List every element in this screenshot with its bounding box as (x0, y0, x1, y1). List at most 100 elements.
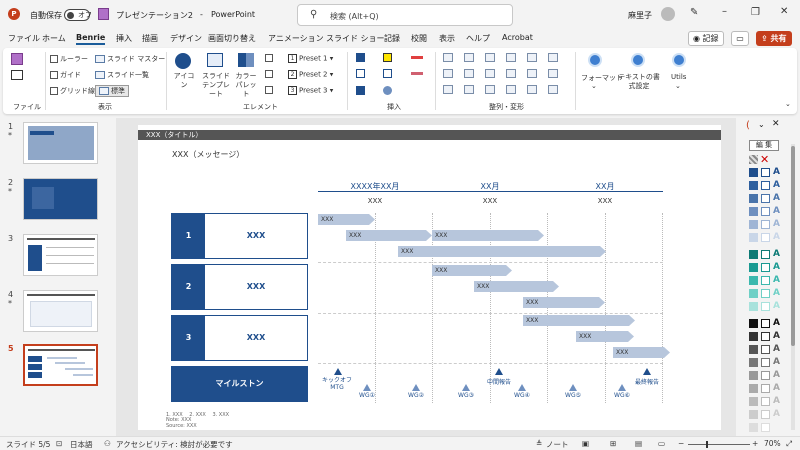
flip-icon[interactable] (548, 85, 558, 94)
utils-icon[interactable] (672, 53, 686, 67)
swatch-fill[interactable] (749, 319, 758, 328)
tab-slideshow[interactable]: スライド ショー (326, 33, 385, 44)
slide-sorter-icon[interactable]: ⊞ (610, 439, 616, 448)
panel-scrollbar-thumb[interactable] (791, 146, 795, 346)
swatch-text-icon[interactable]: A (773, 276, 780, 285)
swatch-line[interactable] (761, 207, 770, 216)
tab-transitions[interactable]: 画面切り替え (208, 33, 256, 44)
slide-thumbnail-3[interactable] (23, 234, 98, 276)
insert-box-icon[interactable] (383, 69, 392, 78)
slideshow-icon[interactable]: ▭ (658, 439, 665, 448)
swatch-fill[interactable] (749, 423, 758, 432)
align-center-icon[interactable] (464, 53, 474, 62)
swatch-fill[interactable] (749, 263, 758, 272)
milestone-wg5[interactable]: WG⑤ (559, 392, 587, 399)
insert-circle-icon[interactable] (383, 86, 392, 95)
insert-line-red-icon[interactable] (411, 56, 423, 59)
swatch-fill[interactable] (749, 276, 758, 285)
restore-icon[interactable]: ❐ (751, 7, 760, 18)
panel-menu-icon[interactable]: ⌄ (758, 120, 765, 129)
tab-record[interactable]: 記録 (384, 33, 400, 44)
language-status[interactable]: 日本語 (70, 439, 93, 450)
swatch-line[interactable] (761, 397, 770, 406)
swatch-line[interactable] (761, 345, 770, 354)
preset-3-button[interactable]: 3 Preset 3 ▾ (288, 86, 333, 95)
milestone-row-label[interactable]: マイルストン (171, 366, 308, 402)
panel-close-icon[interactable]: ✕ (772, 119, 780, 129)
swatch-fill[interactable] (749, 384, 758, 393)
swatch-line[interactable] (761, 220, 770, 229)
slide-thumbnail-1[interactable] (23, 122, 98, 164)
tab-animations[interactable]: アニメーション (268, 33, 324, 44)
share-button[interactable]: ⇪ 共有 (756, 31, 792, 46)
swatch-text-icon[interactable]: A (773, 302, 780, 311)
insert-highlight-icon[interactable] (383, 53, 392, 62)
stack-icon[interactable] (464, 85, 474, 94)
swatch-line[interactable] (761, 358, 770, 367)
zoom-slider[interactable] (688, 441, 750, 448)
swatch-fill[interactable] (749, 371, 758, 380)
swatch-text-icon[interactable]: A (773, 233, 780, 242)
minimize-icon[interactable]: – (722, 6, 727, 17)
notes-icon[interactable]: ≜ (536, 439, 542, 448)
record-button[interactable]: ◉ 記録 (688, 31, 724, 46)
match-height-icon[interactable] (506, 69, 516, 78)
insert-square-icon[interactable] (356, 53, 365, 62)
task-row-1[interactable]: 1 XXX (171, 213, 308, 259)
swatch-fill[interactable] (749, 233, 758, 242)
swatch-line[interactable] (761, 250, 770, 259)
milestone-midterm[interactable]: 中間報告 (480, 377, 518, 386)
swatch-line[interactable] (761, 263, 770, 272)
gantt-bar[interactable]: XXX (613, 347, 670, 358)
swatch-text-icon[interactable]: A (773, 332, 780, 341)
milestone-kickoff[interactable]: キックオフMTG (322, 377, 352, 391)
swap-icon[interactable] (548, 69, 558, 78)
swatch-fill[interactable] (749, 358, 758, 367)
zoom-level[interactable]: 70% (764, 439, 781, 448)
tab-help[interactable]: ヘルプ (466, 33, 490, 44)
tab-insert[interactable]: 挿入 (116, 33, 132, 44)
gantt-bar[interactable]: XXX (346, 230, 432, 241)
utils-label[interactable]: Utils (671, 73, 686, 81)
swatch-fill[interactable] (749, 289, 758, 298)
rotate-icon[interactable] (527, 85, 537, 94)
swatch-fill[interactable] (749, 207, 758, 216)
zoom-out-button[interactable]: − (678, 439, 684, 448)
preset-2-button[interactable]: 2 Preset 2 ▾ (288, 70, 333, 79)
swatch-text-icon[interactable]: A (773, 168, 780, 177)
slide-thumbnail-5[interactable] (23, 344, 98, 386)
swatch-fill[interactable] (749, 302, 758, 311)
milestone-wg3[interactable]: WG③ (452, 392, 480, 399)
swatch-text-icon[interactable]: A (773, 194, 780, 203)
task-row-2[interactable]: 2 XXX (171, 264, 308, 310)
slide-main[interactable]: XXX（タイトル） XXX（メッセージ） XXXX年XX月 XX月 XX月 XX… (138, 125, 721, 430)
edit-button[interactable]: 編 集 (749, 140, 779, 151)
swatch-line[interactable] (761, 302, 770, 311)
tab-review[interactable]: 校閲 (411, 33, 427, 44)
zoom-in-button[interactable]: + (752, 439, 758, 448)
normal-view-icon[interactable]: ▣ (582, 439, 589, 448)
milestone-wg6[interactable]: WG⑥ (608, 392, 636, 399)
swatch-line[interactable] (761, 384, 770, 393)
search-box[interactable]: ⚲ 検索 (Alt+Q) (297, 4, 513, 26)
gantt-bar[interactable]: XXX (432, 230, 544, 241)
slide-title[interactable]: XXX（タイトル） (138, 130, 721, 140)
slide-message[interactable]: XXX（メッセージ） (172, 149, 244, 160)
reading-view-icon[interactable]: ▤ (635, 439, 642, 448)
gantt-bar[interactable]: XXX (398, 246, 606, 257)
milestone-wg2[interactable]: WG② (402, 392, 430, 399)
slide-sorter-button[interactable]: スライド一覧 (95, 70, 149, 80)
swatch-line[interactable] (761, 332, 770, 341)
gantt-bar[interactable]: XXX (474, 281, 559, 292)
text-settings-icon[interactable] (631, 53, 645, 67)
swatch-fill[interactable] (749, 168, 758, 177)
align-left-icon[interactable] (443, 53, 453, 62)
swatch-text-icon[interactable]: A (773, 319, 780, 328)
tab-draw[interactable]: 描画 (142, 33, 158, 44)
format-icon[interactable] (588, 53, 602, 67)
swatch-fill[interactable] (749, 345, 758, 354)
no-fill-icon[interactable] (749, 155, 758, 164)
avatar[interactable] (661, 7, 675, 21)
normal-view-button[interactable]: 標準 (95, 85, 129, 97)
export-icon[interactable] (11, 70, 23, 80)
